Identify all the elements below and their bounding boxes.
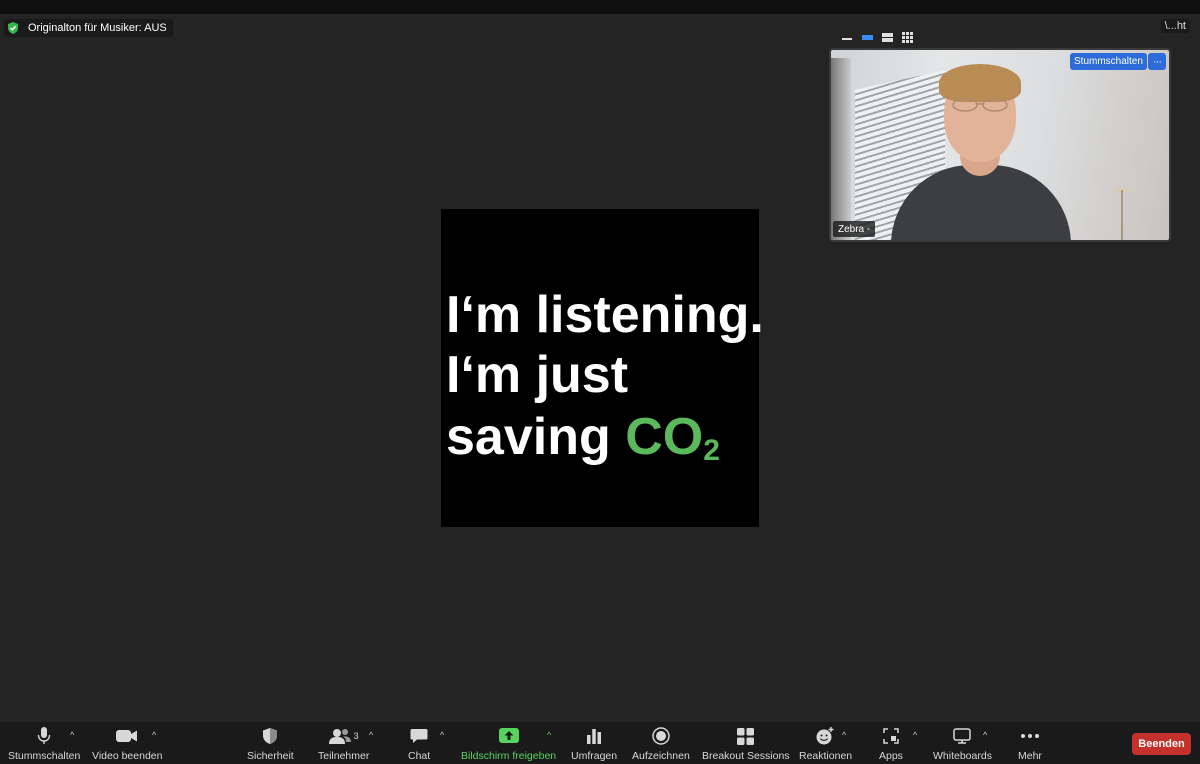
security-shield-icon [262, 726, 278, 746]
security-label: Sicherheit [247, 750, 294, 762]
video-options-caret[interactable]: ^ [152, 730, 156, 740]
more-button[interactable]: Mehr [1018, 726, 1042, 762]
shared-line-1: I‘m listening. [446, 286, 764, 344]
microphone-icon [37, 726, 51, 746]
shared-line-3-text: saving [446, 408, 626, 466]
window-top-strip [0, 0, 1200, 14]
apps-options-caret[interactable]: ^ [913, 730, 917, 740]
original-sound-label: Originalton für Musiker: AUS [28, 22, 167, 34]
participant-more-button[interactable]: ··· [1148, 53, 1166, 70]
stop-video-label: Video beenden [92, 750, 163, 762]
participant-mute-button[interactable]: Stummschalten [1070, 53, 1147, 70]
more-dots-icon [1020, 726, 1040, 746]
polls-label: Umfragen [571, 750, 618, 762]
co2-highlight: CO2 [625, 408, 720, 466]
participant-hair [939, 64, 1021, 102]
shield-check-icon [6, 21, 20, 35]
shared-image-card: I‘m listening. I‘m just saving CO2 [441, 209, 764, 527]
whiteboards-options-caret[interactable]: ^ [983, 730, 987, 740]
apps-icon [883, 726, 899, 746]
reactions-options-caret[interactable]: ^ [842, 730, 846, 740]
apps-label: Apps [879, 750, 903, 762]
share-options-caret[interactable]: ^ [547, 730, 551, 740]
video-camera-icon [116, 726, 138, 746]
participants-count: 3 [353, 731, 359, 741]
original-sound-banner[interactable]: Originalton für Musiker: AUS [4, 19, 173, 37]
chat-bubble-icon [410, 726, 428, 746]
participant-name-tag: Zebra - [833, 221, 876, 237]
apps-button[interactable]: Apps [879, 726, 903, 762]
mute-options-caret[interactable]: ^ [70, 730, 74, 740]
chat-button[interactable]: Chat [408, 726, 430, 762]
shared-line-3: saving CO2 [446, 408, 720, 466]
breakout-grid-icon [737, 726, 755, 746]
chat-options-caret[interactable]: ^ [440, 730, 444, 740]
whiteboard-icon [953, 726, 972, 746]
participant-glasses [952, 98, 1008, 112]
more-label: Mehr [1018, 750, 1042, 762]
participants-button[interactable]: 3 Teilnehmer [318, 726, 369, 762]
whiteboards-label: Whiteboards [933, 750, 992, 762]
breakout-sessions-label: Breakout Sessions [702, 750, 790, 762]
record-button[interactable]: Aufzeichnen [632, 726, 690, 762]
record-label: Aufzeichnen [632, 750, 690, 762]
shared-line-2: I‘m just [446, 346, 629, 404]
security-button[interactable]: Sicherheit [247, 726, 294, 762]
speaker-strip-icon[interactable] [861, 32, 873, 42]
reactions-icon [816, 726, 835, 746]
gallery-grid-icon[interactable] [901, 31, 913, 43]
co2-main: CO [625, 408, 704, 466]
co2-subscript: 2 [703, 434, 720, 467]
polls-icon [586, 726, 602, 746]
participants-options-caret[interactable]: ^ [369, 730, 373, 740]
video-lamp-stand [1121, 190, 1123, 240]
participant-video-tile[interactable] [829, 48, 1171, 242]
video-layout-bar [829, 28, 1171, 46]
gallery-strip-icon[interactable] [881, 32, 893, 42]
share-screen-icon [498, 726, 519, 746]
chat-label: Chat [408, 750, 431, 762]
end-meeting-button[interactable]: Beenden [1132, 733, 1191, 755]
participants-icon: 3 [328, 726, 359, 746]
polls-button[interactable]: Umfragen [571, 726, 617, 762]
breakout-sessions-button[interactable]: Breakout Sessions [702, 726, 790, 762]
share-screen-label: Bildschirm freigeben [461, 750, 557, 762]
minimize-video-icon[interactable] [841, 32, 853, 42]
share-screen-button[interactable]: Bildschirm freigeben [461, 726, 556, 762]
reactions-label: Reaktionen [799, 750, 853, 762]
record-icon [652, 726, 670, 746]
meeting-toolbar: Stummschalten ^ Video beenden ^ Sicherhe… [0, 722, 1200, 764]
participants-label: Teilnehmer [318, 750, 370, 762]
video-window-frame [831, 58, 851, 240]
mute-label: Stummschalten [8, 750, 81, 762]
